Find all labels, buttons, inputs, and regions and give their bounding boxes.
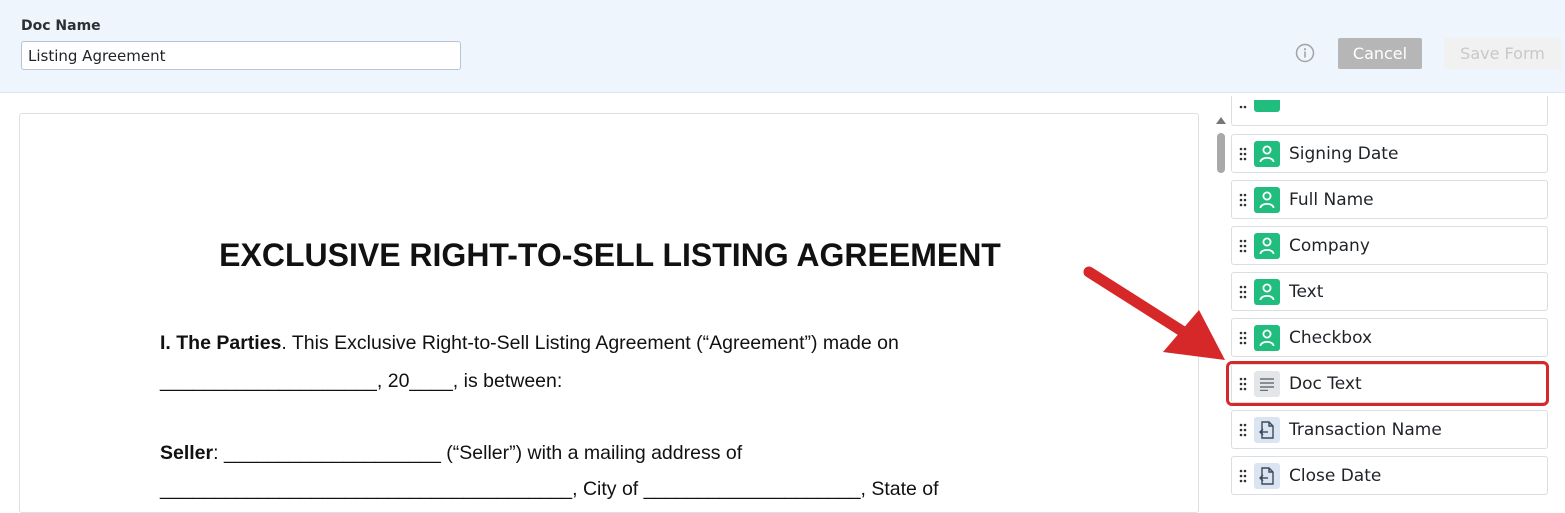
field-label: Checkbox xyxy=(1289,327,1373,348)
cancel-button[interactable]: Cancel xyxy=(1338,38,1422,69)
drag-handle-icon[interactable] xyxy=(1232,331,1254,345)
save-form-button[interactable]: Save Form xyxy=(1444,38,1561,69)
field-label: Transaction Name xyxy=(1289,419,1442,440)
field-item-transaction-name[interactable]: Transaction Name xyxy=(1231,410,1548,449)
person-icon xyxy=(1254,140,1280,167)
field-item-signing-date[interactable]: Signing Date xyxy=(1231,134,1548,173)
seller-text: : ____________________ (“Seller”) with a… xyxy=(213,442,743,464)
person-icon xyxy=(1254,278,1280,305)
info-icon[interactable] xyxy=(1295,43,1315,63)
document-line-date: ____________________, 20____, is between… xyxy=(160,370,563,392)
drag-handle-icon[interactable] xyxy=(1232,285,1254,299)
parties-text: . This Exclusive Right-to-Sell Listing A… xyxy=(281,332,899,354)
field-item-close-date[interactable]: Close Date xyxy=(1231,456,1548,495)
drag-handle-icon[interactable] xyxy=(1232,239,1254,253)
document-paragraph-parties: I. The Parties. This Exclusive Right-to-… xyxy=(160,332,899,355)
header-bar: Doc Name Cancel Save Form xyxy=(0,0,1565,93)
red-arrow-annotation xyxy=(1083,266,1225,360)
field-item-partial[interactable] xyxy=(1231,96,1548,126)
field-item-company[interactable]: Company xyxy=(1231,226,1548,265)
person-icon xyxy=(1254,186,1280,213)
highlight-box xyxy=(1226,361,1549,406)
drag-handle-icon[interactable] xyxy=(1232,423,1254,437)
person-icon xyxy=(1254,232,1280,259)
field-label: Signing Date xyxy=(1289,143,1399,164)
document-paragraph-seller: Seller: ____________________ (“Seller”) … xyxy=(160,442,742,465)
drag-handle-icon[interactable] xyxy=(1232,147,1254,161)
scroll-up-arrow[interactable] xyxy=(1216,117,1226,124)
seller-heading: Seller xyxy=(160,442,214,464)
field-item-checkbox[interactable]: Checkbox xyxy=(1231,318,1548,357)
field-label: Full Name xyxy=(1289,189,1374,210)
field-item-full-name[interactable]: Full Name xyxy=(1231,180,1548,219)
person-icon xyxy=(1254,324,1280,351)
field-label: Close Date xyxy=(1289,465,1382,486)
field-label: Company xyxy=(1289,235,1370,256)
field-item-text[interactable]: Text xyxy=(1231,272,1548,311)
document-title: EXCLUSIVE RIGHT-TO-SELL LISTING AGREEMEN… xyxy=(219,237,1001,273)
drag-handle-icon[interactable] xyxy=(1232,105,1254,125)
document-preview: EXCLUSIVE RIGHT-TO-SELL LISTING AGREEMEN… xyxy=(19,113,1199,513)
person-icon xyxy=(1254,100,1280,112)
document-import-icon xyxy=(1254,416,1280,443)
field-label: Text xyxy=(1289,281,1324,302)
parties-heading: I. The Parties xyxy=(160,332,282,354)
doc-name-input[interactable] xyxy=(21,41,461,70)
doc-name-label: Doc Name xyxy=(21,18,101,34)
drag-handle-icon[interactable] xyxy=(1232,469,1254,483)
document-import-icon xyxy=(1254,462,1280,489)
drag-handle-icon[interactable] xyxy=(1232,193,1254,207)
scrollbar-thumb[interactable] xyxy=(1217,133,1225,173)
